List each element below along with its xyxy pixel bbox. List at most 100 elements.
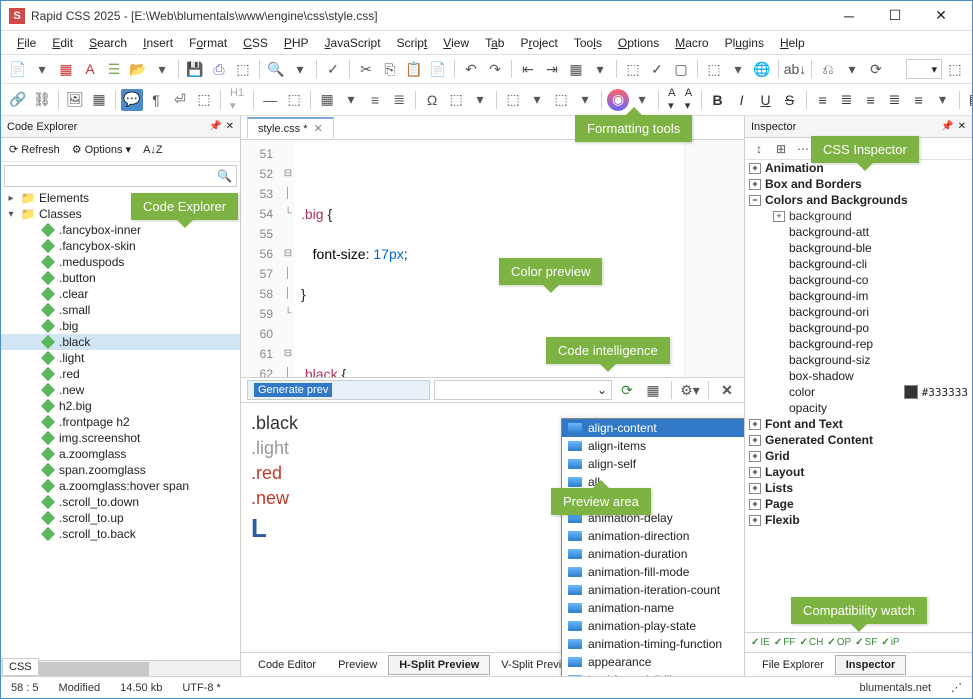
font-family[interactable]: A ▾ (664, 87, 679, 112)
tree-item[interactable]: .meduspods (1, 254, 240, 270)
autocomplete-item[interactable]: animation-name (562, 599, 744, 617)
pin-icon[interactable]: 📌 (941, 121, 953, 132)
autocomplete-item[interactable]: animation-timing-function (562, 635, 744, 653)
selector-icon[interactable]: ab↓ (784, 58, 806, 80)
insp-prop[interactable]: background-po (745, 320, 972, 336)
date-icon[interactable]: ⬚ (445, 89, 467, 111)
tag-dropdown[interactable]: ▾ (526, 89, 548, 111)
sort-button[interactable]: A↓Z (139, 142, 167, 158)
tree-item[interactable]: a.zoomglass:hover span (1, 478, 240, 494)
italic-icon[interactable]: I (731, 89, 753, 111)
tree-item[interactable]: .light (1, 350, 240, 366)
autocomplete-item[interactable]: align-self (562, 455, 744, 473)
clipboard-icon[interactable]: 📄 (427, 58, 449, 80)
redo-icon[interactable]: ↷ (484, 58, 506, 80)
insp-prop[interactable]: background-ori (745, 304, 972, 320)
minimap[interactable] (684, 140, 744, 377)
library-icon[interactable]: ⎌ (817, 58, 839, 80)
align-center-icon[interactable]: ≣ (836, 89, 858, 111)
refresh-button[interactable]: ⟳ Refresh (5, 141, 64, 158)
insp-prop[interactable]: opacity (745, 400, 972, 416)
format-icon[interactable]: ⬚ (622, 58, 644, 80)
pin-icon[interactable]: 📌 (209, 121, 221, 132)
autocomplete-item[interactable]: animation-iteration-count (562, 581, 744, 599)
search-icon[interactable]: 🔍 (217, 169, 232, 183)
align-left-icon[interactable]: ≡ (812, 89, 834, 111)
mode-tab[interactable]: Code Editor (247, 655, 327, 675)
tree-item[interactable]: .frontpage h2 (1, 414, 240, 430)
search-input[interactable] (9, 170, 217, 182)
tree-item[interactable]: span.zoomglass (1, 462, 240, 478)
preview-address[interactable]: Generate prev (247, 380, 430, 400)
insp-group[interactable]: +Layout (745, 464, 972, 480)
insp-group[interactable]: +Box and Borders (745, 176, 972, 192)
browser-icon[interactable]: 🌐 (751, 58, 773, 80)
insp-group[interactable]: +Page (745, 496, 972, 512)
box-icon[interactable]: ▦ (965, 89, 972, 111)
list-icon[interactable]: ≡ (364, 89, 386, 111)
font-bold-icon[interactable]: ⬚ (944, 58, 966, 80)
bold-icon[interactable]: B (707, 89, 729, 111)
menu-js[interactable]: JavaScript (317, 33, 389, 53)
paste-icon[interactable]: 📋 (403, 58, 425, 80)
menu-help[interactable]: Help (772, 33, 813, 53)
cut-icon[interactable]: ✂ (355, 58, 377, 80)
upload-dropdown[interactable]: ▾ (727, 58, 749, 80)
menu-tab[interactable]: Tab (477, 33, 512, 53)
preview-settings-icon[interactable]: ⚙▾ (679, 379, 701, 401)
menu-file[interactable]: File (9, 33, 44, 53)
mode-tab[interactable]: Preview (327, 655, 388, 675)
new-dropdown[interactable]: ▾ (31, 58, 53, 80)
upload-icon[interactable]: ⬚ (703, 58, 725, 80)
style-selector[interactable]: ▾ (906, 59, 942, 79)
tree-item[interactable]: .clear (1, 286, 240, 302)
tree-item[interactable]: .new (1, 382, 240, 398)
table-icon[interactable]: ▦ (88, 89, 110, 111)
link2-icon[interactable]: ⛓ (31, 89, 53, 111)
menu-edit[interactable]: Edit (44, 33, 81, 53)
h-icon[interactable]: — (259, 89, 281, 111)
tree-item[interactable]: h2.big (1, 398, 240, 414)
maximize-button[interactable]: ☐ (872, 2, 918, 30)
preview-icon[interactable]: ▢ (670, 58, 692, 80)
autocomplete-item[interactable]: appearance (562, 653, 744, 671)
open-dropdown[interactable]: ▾ (151, 58, 173, 80)
right-tab[interactable]: File Explorer (751, 655, 835, 675)
outdent-icon[interactable]: ⇥ (541, 58, 563, 80)
autocomplete-item[interactable]: animation-fill-mode (562, 563, 744, 581)
print-icon[interactable]: ⬚ (232, 58, 254, 80)
right-tab[interactable]: Inspector (835, 655, 907, 675)
insp-group[interactable]: +Grid (745, 448, 972, 464)
insp-prop[interactable]: color#333333 (745, 384, 972, 400)
menu-project[interactable]: Project (512, 33, 565, 53)
saveall-icon[interactable]: ⎙ (208, 58, 230, 80)
tree-item[interactable]: .black (1, 334, 240, 350)
panel-close-icon[interactable]: ✕ (226, 121, 234, 132)
preview-url[interactable]: ⌄ (434, 380, 613, 400)
insp-prop[interactable]: box-shadow (745, 368, 972, 384)
insp-prop[interactable]: background-att (745, 224, 972, 240)
tree-item[interactable]: .scroll_to.down (1, 494, 240, 510)
menu-options[interactable]: Options (610, 33, 667, 53)
insp-group[interactable]: +Flexib (745, 512, 972, 528)
tree-item[interactable]: .scroll_to.up (1, 510, 240, 526)
tree-item[interactable]: .red (1, 366, 240, 382)
open-icon[interactable]: 📂 (127, 58, 149, 80)
find-icon[interactable]: 🔍 (265, 58, 287, 80)
find-dropdown[interactable]: ▾ (289, 58, 311, 80)
spell-icon[interactable]: ✓ (322, 58, 344, 80)
explorer-search[interactable]: 🔍 (4, 165, 237, 187)
close-button[interactable]: ✕ (918, 2, 964, 30)
chat-icon[interactable]: 💬 (121, 89, 143, 111)
char-icon[interactable]: Ω (421, 89, 443, 111)
font-size[interactable]: A ▾ (681, 87, 696, 112)
insp-group[interactable]: −Colors and Backgrounds (745, 192, 972, 208)
align-justify-icon[interactable]: ≣ (884, 89, 906, 111)
insp-group[interactable]: +Font and Text (745, 416, 972, 432)
insp-prop[interactable]: background-siz (745, 352, 972, 368)
html-icon[interactable]: A (79, 58, 101, 80)
tree-item[interactable]: a.zoomglass (1, 446, 240, 462)
br-icon[interactable]: ⏎ (169, 89, 191, 111)
insp-group[interactable]: +Generated Content (745, 432, 972, 448)
insp-prop[interactable]: background-cli (745, 256, 972, 272)
